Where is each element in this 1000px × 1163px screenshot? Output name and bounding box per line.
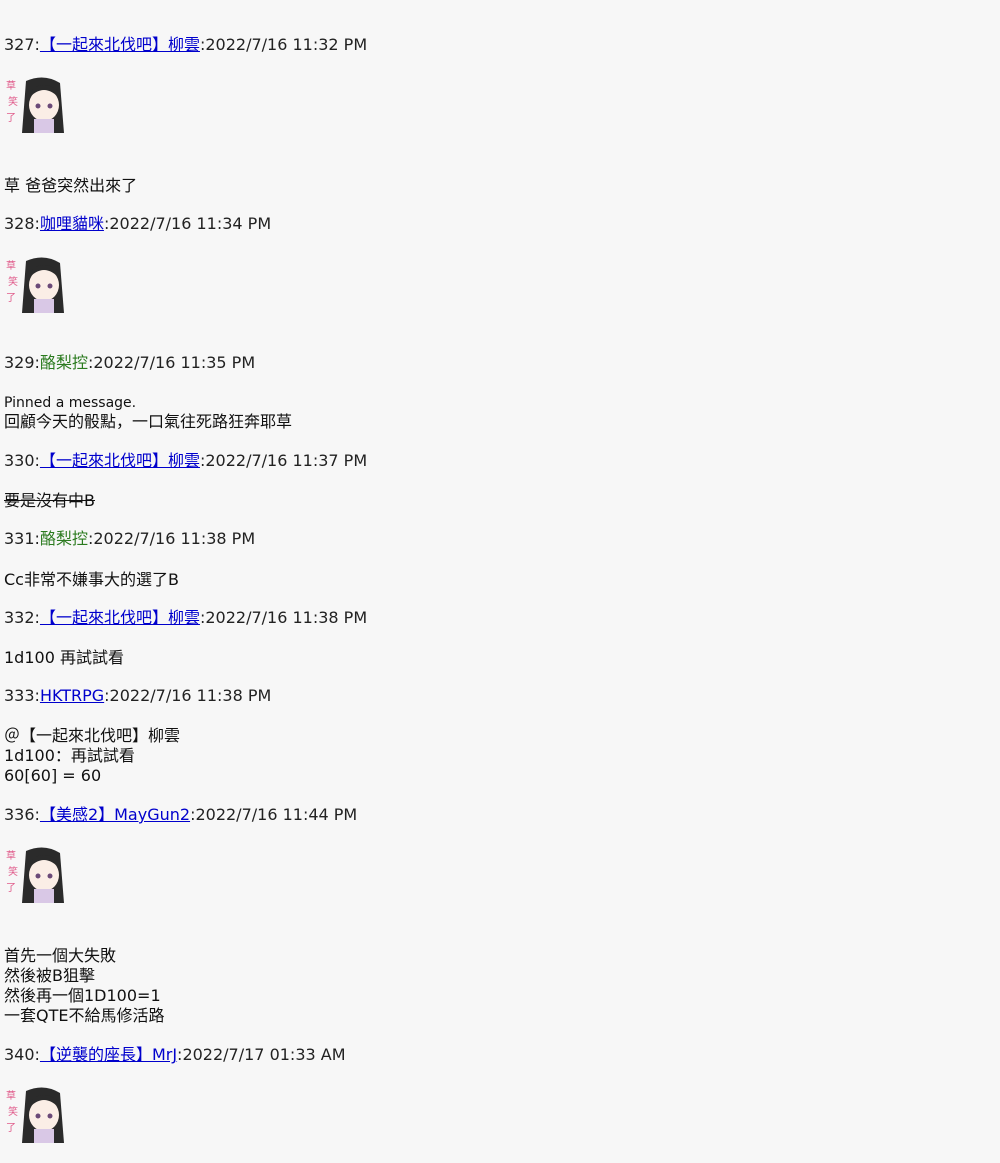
message-number: 332 bbox=[4, 608, 35, 627]
message-body: Cc非常不嫌事大的選了B bbox=[4, 570, 179, 589]
svg-text:笑: 笑 bbox=[8, 275, 18, 288]
timestamp: 2022/7/16 11:35 PM bbox=[93, 353, 256, 372]
strikethrough-text: 要是沒有中B bbox=[4, 491, 95, 510]
svg-text:草: 草 bbox=[6, 260, 16, 272]
message-header: 340:【逆襲的座長】MrJ:2022/7/17 01:33 AM bbox=[4, 1045, 346, 1064]
timestamp: 2022/7/16 11:32 PM bbox=[205, 35, 368, 54]
message-number: 333 bbox=[4, 686, 35, 705]
sticker-image: 草 笑 了 bbox=[6, 847, 64, 903]
message-body: 1d100 再試試看 bbox=[4, 648, 124, 667]
message-number: 328 bbox=[4, 214, 35, 233]
username: 酪梨控 bbox=[39, 529, 88, 548]
message-body: Pinned a message. 回顧今天的骰點，一口氣往死路狂奔耶草 bbox=[4, 395, 293, 431]
message-body: 首先一個大失敗 然後被B狙擊 然後再一個1D100=1 一套QTE不給馬修活路 bbox=[4, 946, 165, 1025]
message-number: 336 bbox=[4, 805, 35, 824]
timestamp: 2022/7/16 11:38 PM bbox=[93, 529, 256, 548]
username-link[interactable]: 【逆襲的座長】MrJ bbox=[40, 1045, 177, 1064]
sticker-image: 草 笑 了 bbox=[6, 257, 64, 313]
message-header: 328:咖哩貓咪:2022/7/16 11:34 PM bbox=[4, 214, 272, 233]
message-header: 331:酪梨控:2022/7/16 11:38 PM bbox=[4, 529, 256, 548]
username-link[interactable]: 咖哩貓咪 bbox=[40, 214, 104, 233]
message-number: 331 bbox=[4, 529, 35, 548]
message-header: 336:【美感2】MayGun2:2022/7/16 11:44 PM bbox=[4, 805, 358, 824]
message-body: 草 爸爸突然出來了 bbox=[4, 176, 138, 195]
username-link[interactable]: HKTRPG bbox=[40, 686, 104, 705]
svg-text:草: 草 bbox=[6, 850, 16, 862]
sticker-image: 草 笑 了 bbox=[6, 77, 64, 133]
message-header: 329:酪梨控:2022/7/16 11:35 PM bbox=[4, 353, 256, 372]
timestamp: 2022/7/16 11:38 PM bbox=[205, 608, 368, 627]
timestamp: 2022/7/16 11:38 PM bbox=[109, 686, 272, 705]
message-header: 327:【一起來北伐吧】柳雲:2022/7/16 11:32 PM bbox=[4, 35, 368, 54]
pinned-notice: Pinned a message. bbox=[4, 395, 137, 411]
timestamp: 2022/7/17 01:33 AM bbox=[182, 1045, 346, 1064]
svg-text:笑: 笑 bbox=[8, 1105, 18, 1118]
message-body: ＠【一起來北伐吧】柳雲 1d100：再試試看 60[60] = 60 bbox=[4, 726, 181, 785]
username-link[interactable]: 【一起來北伐吧】柳雲 bbox=[40, 451, 200, 470]
svg-text:了: 了 bbox=[6, 292, 16, 304]
username-link[interactable]: 【一起來北伐吧】柳雲 bbox=[40, 35, 200, 54]
message-number: 340 bbox=[4, 1045, 35, 1064]
svg-text:了: 了 bbox=[6, 882, 16, 894]
message-number: 330 bbox=[4, 451, 35, 470]
message-number: 327 bbox=[4, 35, 35, 54]
username: 酪梨控 bbox=[39, 353, 88, 372]
svg-text:草: 草 bbox=[6, 1090, 16, 1102]
username-link[interactable]: 【美感2】MayGun2 bbox=[40, 805, 190, 824]
username-link[interactable]: 【一起來北伐吧】柳雲 bbox=[40, 608, 200, 627]
sticker-caption: 草 bbox=[6, 80, 16, 92]
svg-text:了: 了 bbox=[6, 112, 16, 124]
chat-log: 327:【一起來北伐吧】柳雲:2022/7/16 11:32 PM 草 笑 了 … bbox=[0, 0, 1000, 1163]
message-header: 330:【一起來北伐吧】柳雲:2022/7/16 11:37 PM bbox=[4, 451, 368, 470]
svg-text:了: 了 bbox=[6, 1122, 16, 1134]
svg-text:笑: 笑 bbox=[8, 865, 18, 878]
timestamp: 2022/7/16 11:37 PM bbox=[205, 451, 368, 470]
timestamp: 2022/7/16 11:44 PM bbox=[195, 805, 358, 824]
svg-text:笑: 笑 bbox=[8, 95, 18, 108]
sticker-image: 草 笑 了 bbox=[6, 1087, 64, 1143]
message-body: 要是沒有中B bbox=[4, 491, 95, 511]
message-header: 333:HKTRPG:2022/7/16 11:38 PM bbox=[4, 686, 272, 705]
message-header: 332:【一起來北伐吧】柳雲:2022/7/16 11:38 PM bbox=[4, 608, 368, 627]
message-number: 329 bbox=[4, 353, 35, 372]
timestamp: 2022/7/16 11:34 PM bbox=[109, 214, 272, 233]
